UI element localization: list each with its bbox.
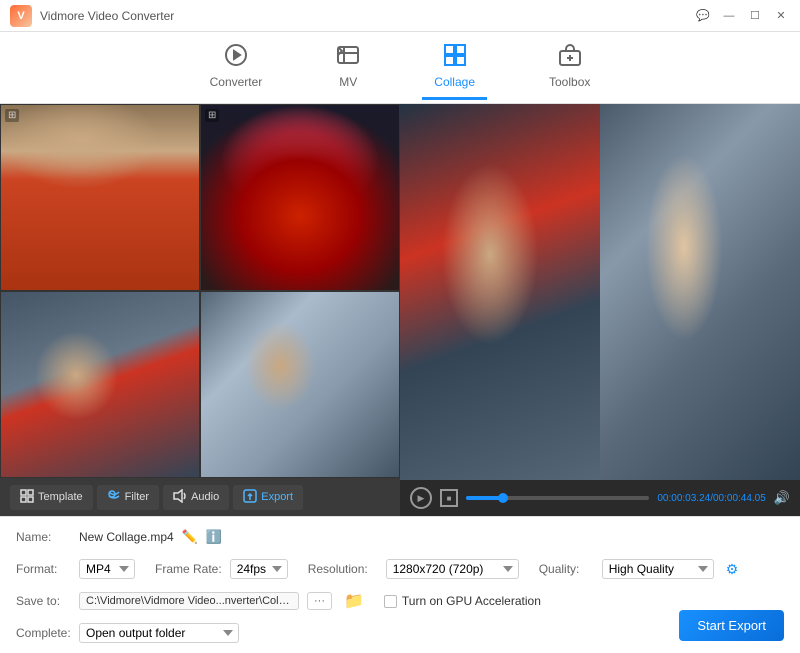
toolbox-icon [558, 43, 582, 71]
gpu-checkbox[interactable] [384, 595, 397, 608]
settings-panel: Name: New Collage.mp4 ✏️ ℹ️ Format: MP4 … [0, 516, 800, 653]
resolution-label: Resolution: [308, 562, 378, 576]
filter-label: Filter [125, 491, 149, 503]
play-button[interactable]: ▶ [410, 487, 432, 509]
format-select[interactable]: MP4 MOV AVI [79, 559, 135, 579]
nav-collage[interactable]: Collage [422, 35, 487, 100]
title-bar: V Vidmore Video Converter 💬 — ☐ ✕ [0, 0, 800, 32]
folder-icon[interactable]: 📁 [344, 591, 364, 611]
filter-button[interactable]: Filter [97, 485, 159, 510]
video-cell-2[interactable]: ⊞ [200, 104, 400, 291]
saveto-row: Save to: C:\Vidmore\Vidmore Video...nver… [16, 587, 784, 615]
maximize-button[interactable]: ☐ [746, 7, 764, 25]
collage-icon [443, 43, 467, 71]
video-cell-4[interactable] [200, 291, 400, 478]
cell-1-icon: ⊞ [5, 109, 19, 122]
player-controls: ▶ ■ 00:00:03.24/00:00:44.05 🔊 [400, 480, 800, 516]
gpu-label: Turn on GPU Acceleration [402, 594, 541, 608]
export-button[interactable]: Export [233, 485, 303, 510]
chat-button[interactable]: 💬 [694, 7, 712, 25]
nav-mv[interactable]: MV [324, 35, 372, 100]
stop-button[interactable]: ■ [440, 489, 458, 507]
format-row: Format: MP4 MOV AVI Frame Rate: 24fps 30… [16, 555, 784, 583]
nav-converter[interactable]: Converter [198, 35, 275, 100]
preview-cell-2 [600, 104, 800, 480]
toolbox-label: Toolbox [549, 75, 590, 89]
export-label: Export [261, 491, 293, 503]
audio-icon [173, 489, 187, 506]
name-row: Name: New Collage.mp4 ✏️ ℹ️ [16, 523, 784, 551]
browse-button[interactable]: ··· [307, 592, 332, 610]
converter-icon [224, 43, 248, 71]
left-toolbar: Template Filter [0, 478, 400, 516]
volume-icon[interactable]: 🔊 [774, 490, 790, 506]
format-label: Format: [16, 562, 71, 576]
converter-label: Converter [210, 75, 263, 89]
template-button[interactable]: Template [10, 485, 93, 510]
mv-icon [336, 43, 360, 71]
quality-gear-icon[interactable]: ⚙ [726, 561, 739, 578]
filter-icon [107, 489, 121, 506]
minimize-button[interactable]: — [720, 7, 738, 25]
name-value: New Collage.mp4 [79, 530, 174, 544]
template-label: Template [38, 491, 83, 503]
save-path-input: C:\Vidmore\Vidmore Video...nverter\Colla… [79, 592, 299, 610]
cell-2-icon: ⊞ [205, 109, 219, 122]
quality-label: Quality: [539, 562, 594, 576]
export-icon [243, 489, 257, 506]
progress-dot [498, 493, 508, 503]
preview-panel: ▶ ■ 00:00:03.24/00:00:44.05 🔊 [400, 104, 800, 516]
complete-row: Complete: Open output folder Do nothing … [16, 619, 784, 647]
quality-select[interactable]: High Quality Medium Quality Low Quality [602, 559, 714, 579]
main-content: ⊞ ⊞ [0, 104, 800, 516]
time-display: 00:00:03.24/00:00:44.05 [657, 493, 765, 504]
gpu-acceleration-checkbox[interactable]: Turn on GPU Acceleration [384, 594, 541, 608]
collage-label: Collage [434, 75, 475, 89]
resolution-select[interactable]: 1280x720 (720p) 1920x1080 (1080p) [386, 559, 519, 579]
collage-editor-panel: ⊞ ⊞ [0, 104, 400, 516]
video-cell-1[interactable]: ⊞ [0, 104, 200, 291]
template-icon [20, 489, 34, 506]
audio-button[interactable]: Audio [163, 485, 229, 510]
app-logo: V [10, 5, 32, 27]
preview-grid [400, 104, 800, 480]
top-navigation: Converter MV Collage [0, 32, 800, 104]
video-cell-3[interactable] [0, 291, 200, 478]
progress-bar[interactable] [466, 496, 649, 500]
preview-cell-1 [400, 104, 600, 480]
window-controls: 💬 — ☐ ✕ [694, 7, 790, 25]
video-grid: ⊞ ⊞ [0, 104, 400, 478]
complete-label: Complete: [16, 626, 71, 640]
app-title: Vidmore Video Converter [40, 9, 694, 23]
audio-label: Audio [191, 491, 219, 503]
framerate-label: Frame Rate: [155, 562, 222, 576]
nav-toolbox[interactable]: Toolbox [537, 35, 602, 100]
edit-name-icon[interactable]: ✏️ [182, 529, 198, 545]
framerate-select[interactable]: 24fps 30fps 60fps [230, 559, 288, 579]
info-icon[interactable]: ℹ️ [206, 529, 222, 545]
close-button[interactable]: ✕ [772, 7, 790, 25]
complete-select[interactable]: Open output folder Do nothing Shutdown c… [79, 623, 239, 643]
name-label: Name: [16, 530, 71, 544]
saveto-label: Save to: [16, 594, 71, 608]
start-export-button[interactable]: Start Export [679, 610, 784, 641]
mv-label: MV [339, 75, 357, 89]
